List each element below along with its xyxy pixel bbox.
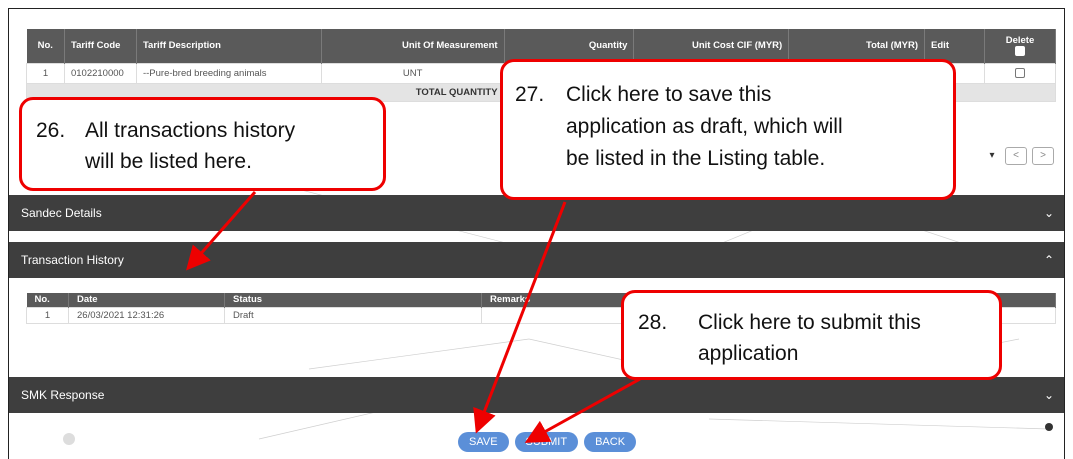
chevron-down-icon[interactable]: ⌄ [1044, 377, 1054, 413]
col-tariff-code: Tariff Code [64, 29, 137, 63]
hist-row-status: Draft [224, 306, 482, 324]
row-no: 1 [26, 62, 65, 84]
callout-28: 28. Click here to submit this applicatio… [621, 290, 1002, 380]
prev-page-button[interactable]: < [1005, 147, 1027, 165]
hist-row-no: 1 [26, 306, 69, 324]
hist-col-status: Status [224, 293, 482, 307]
row-delete-cell [983, 62, 1057, 84]
col-no: No. [26, 29, 65, 63]
col-total: Total (MYR) [788, 29, 926, 63]
row-tariff-code: 0102210000 [63, 62, 137, 84]
section-history-title: Transaction History [21, 253, 124, 267]
hist-col-no: No. [26, 293, 69, 307]
submit-button[interactable]: SUBMIT [514, 432, 579, 452]
chevron-up-icon[interactable]: ⌃ [1044, 242, 1054, 278]
callout-27-line1: Click here to save this [566, 83, 772, 106]
col-edit: Edit [924, 29, 985, 63]
section-transaction-history[interactable]: Transaction History ⌃ [9, 242, 1064, 278]
callout-28-line1: Click here to submit this [698, 311, 921, 334]
col-unit-of-measurement: Unit Of Measurement [321, 29, 505, 63]
col-unit-cost: Unit Cost CIF (MYR) [633, 29, 790, 63]
callout-26-line1: All transactions history [85, 119, 296, 142]
col-quantity: Quantity [504, 29, 635, 63]
callout-28-number: 28. [638, 311, 668, 334]
row-uom: UNT [320, 62, 505, 84]
callout-28-line2: application [698, 342, 799, 365]
delete-row-checkbox[interactable] [1014, 67, 1025, 78]
action-buttons: SAVE SUBMIT BACK [458, 432, 637, 452]
callout-26-number: 26. [36, 119, 66, 142]
hist-row-date: 26/03/2021 12:31:26 [68, 306, 225, 324]
select-all-delete-checkbox[interactable] [1014, 46, 1025, 57]
hist-col-date: Date [68, 293, 225, 307]
section-sandec-details[interactable]: Sandec Details ⌄ [9, 195, 1064, 231]
chevron-down-icon[interactable]: ⌄ [1044, 195, 1054, 231]
callout-26-line2: will be listed here. [85, 150, 252, 173]
delete-header-label: Delete [1005, 34, 1035, 46]
col-tariff-description: Tariff Description [136, 29, 322, 63]
section-sandec-title: Sandec Details [21, 206, 102, 220]
row-tariff-description: --Pure-bred breeding animals [135, 62, 322, 84]
table-pager: ▾ < > [984, 147, 1054, 165]
callout-27-line2: application as draft, which will [566, 115, 843, 138]
callout-27-number: 27. [515, 83, 545, 106]
section-smk-title: SMK Response [21, 388, 105, 402]
table-header-row: No. Tariff Code Tariff Description Unit … [26, 29, 1057, 63]
callout-27-line3: be listed in the Listing table. [566, 147, 826, 170]
next-page-button[interactable]: > [1032, 147, 1054, 165]
save-button[interactable]: SAVE [458, 432, 509, 452]
page-size-dropdown-icon[interactable]: ▾ [984, 147, 1000, 165]
back-button[interactable]: BACK [584, 432, 637, 452]
col-delete: Delete [984, 29, 1057, 63]
callout-26: 26. All transactions history will be lis… [19, 97, 386, 191]
callout-27: 27. Click here to save this application … [500, 59, 956, 200]
section-smk-response[interactable]: SMK Response ⌄ [9, 377, 1064, 413]
